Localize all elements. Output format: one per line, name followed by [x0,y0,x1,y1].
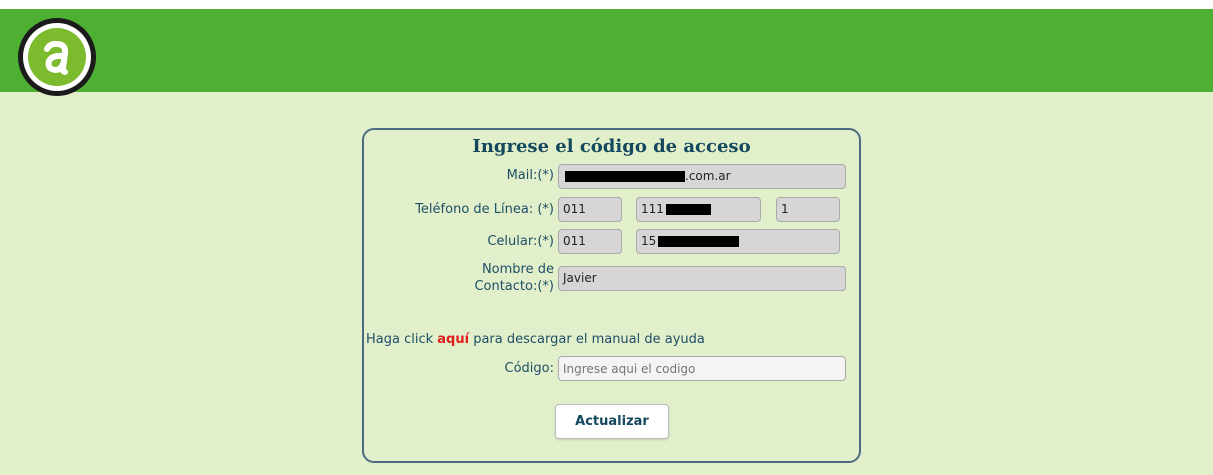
a-letter-logo-icon [44,40,69,75]
logo-ring [23,23,91,91]
codigo-input[interactable] [558,356,846,381]
contacto-label-line1: Nombre de [481,262,554,277]
telefono-label: Teléfono de Línea: (*) [415,202,554,217]
header-bar [0,9,1213,96]
telefono-redaction [665,204,711,215]
access-code-panel: Ingrese el código de acceso Mail:(*) .co… [362,128,861,463]
contacto-label: Nombre de Contacto:(*) [474,261,554,295]
celular-label: Celular:(*) [487,234,554,249]
help-suffix: para descargar el manual de ayuda [469,332,705,347]
celular-area-field[interactable]: 011 [558,229,622,254]
celular-prefix: 15 [641,234,657,248]
logo[interactable] [18,18,96,96]
top-border [0,0,1213,9]
contacto-field[interactable]: Javier [558,266,846,291]
telefono-prefix: 111 [641,202,664,216]
mail-label: Mail:(*) [506,168,554,183]
manual-download-link[interactable]: aquí [437,332,469,347]
contacto-label-line2: Contacto:(*) [474,279,554,294]
telefono-area-field[interactable]: 011 [558,197,622,222]
mail-suffix: .com.ar [685,169,731,183]
telefono-ext-field[interactable]: 1 [776,197,840,222]
mail-redaction [565,171,685,182]
help-text: Haga click aquí para descargar el manual… [366,332,705,347]
actualizar-button[interactable]: Actualizar [555,404,669,439]
celular-redaction [658,236,740,247]
codigo-label: Código: [504,361,554,376]
form-title: Ingrese el código de acceso [472,136,751,157]
logo-circle [28,28,86,86]
telefono-number-field[interactable]: 111 [636,197,761,222]
mail-field[interactable]: .com.ar [558,164,846,189]
help-prefix: Haga click [366,332,438,347]
celular-number-field[interactable]: 15 [636,229,840,254]
